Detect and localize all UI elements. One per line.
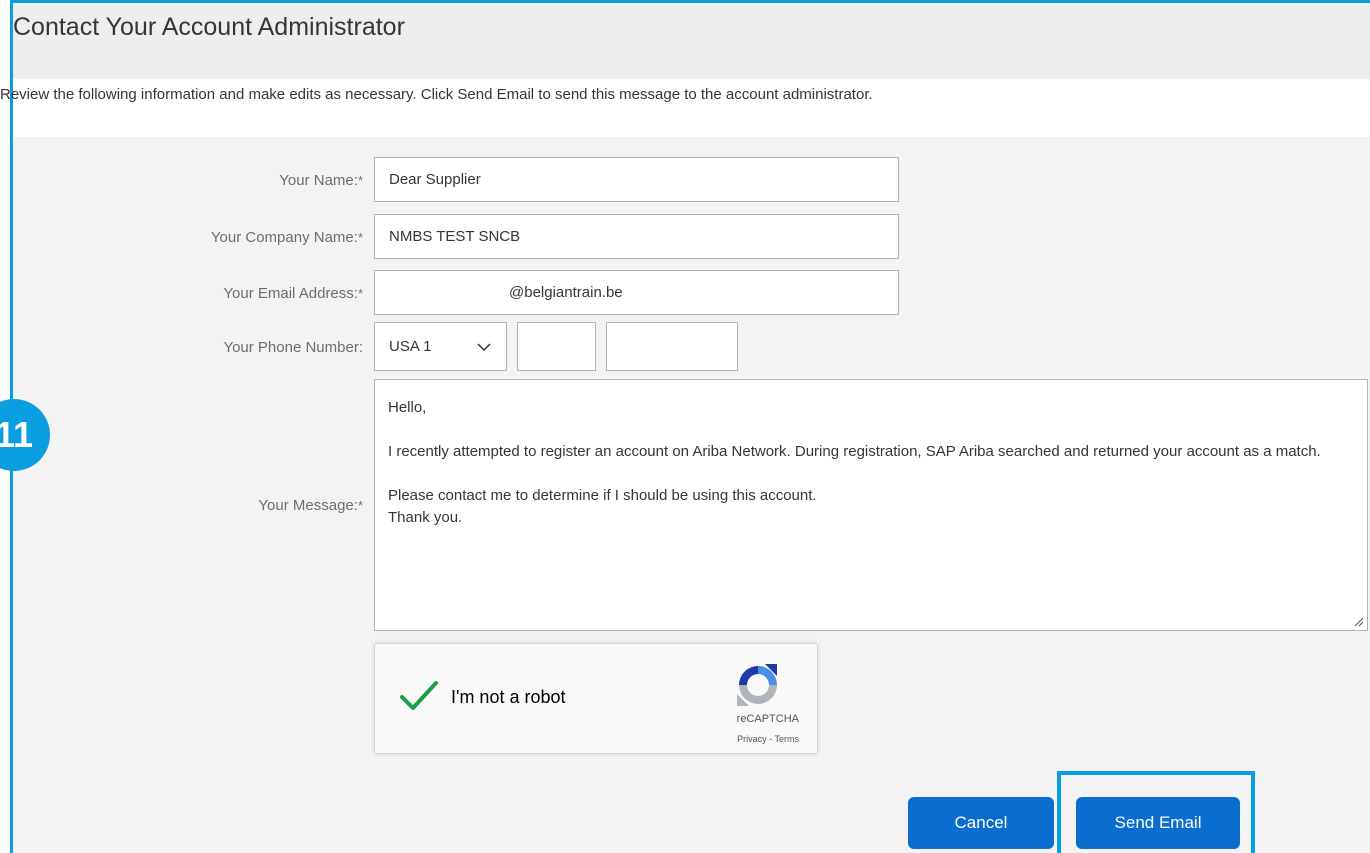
message-line: Thank you. bbox=[388, 509, 463, 526]
required-marker: * bbox=[357, 230, 363, 245]
recaptcha-privacy-terms-link[interactable]: Privacy - Terms bbox=[737, 734, 799, 744]
message-label: Your Message:* bbox=[258, 497, 363, 514]
instructions-text: Review the following information and mak… bbox=[0, 86, 873, 103]
captcha-label: I'm not a robot bbox=[451, 687, 566, 707]
checkmark-icon[interactable] bbox=[399, 680, 439, 712]
country-code-select[interactable]: USA 1 bbox=[374, 322, 507, 371]
phone-number-field[interactable] bbox=[606, 322, 738, 371]
message-line: Hello, bbox=[388, 399, 427, 416]
page-header: Contact Your Account Administrator bbox=[13, 3, 1370, 79]
country-code-value: USA 1 bbox=[389, 338, 432, 355]
required-marker: * bbox=[357, 498, 363, 513]
required-marker: * bbox=[357, 286, 363, 301]
resize-handle-icon[interactable] bbox=[1354, 617, 1364, 627]
recaptcha-logo-icon bbox=[737, 664, 777, 706]
area-code-field[interactable] bbox=[517, 322, 596, 371]
company-field[interactable]: NMBS TEST SNCB bbox=[374, 214, 899, 259]
page-title: Contact Your Account Administrator bbox=[13, 13, 405, 41]
company-label: Your Company Name:* bbox=[210, 229, 363, 246]
recaptcha-brand: reCAPTCHA bbox=[736, 713, 799, 725]
chevron-down-icon bbox=[477, 342, 491, 351]
name-label: Your Name:* bbox=[279, 172, 363, 189]
message-line: I recently attempted to register an acco… bbox=[388, 443, 1321, 460]
recaptcha-widget: I'm not a robot reCAPTCHA Privacy - Term… bbox=[374, 643, 818, 754]
message-line: Please contact me to determine if I shou… bbox=[388, 487, 817, 504]
send-email-highlight bbox=[1057, 771, 1255, 853]
name-field[interactable]: Dear Supplier bbox=[374, 157, 899, 202]
cancel-button[interactable]: Cancel bbox=[908, 797, 1054, 849]
message-textarea[interactable]: Hello, I recently attempted to register … bbox=[374, 379, 1368, 631]
phone-label: Your Phone Number: bbox=[223, 339, 363, 356]
required-marker: * bbox=[357, 173, 363, 188]
email-field[interactable]: @belgiantrain.be bbox=[374, 270, 899, 315]
email-label: Your Email Address:* bbox=[223, 285, 363, 302]
